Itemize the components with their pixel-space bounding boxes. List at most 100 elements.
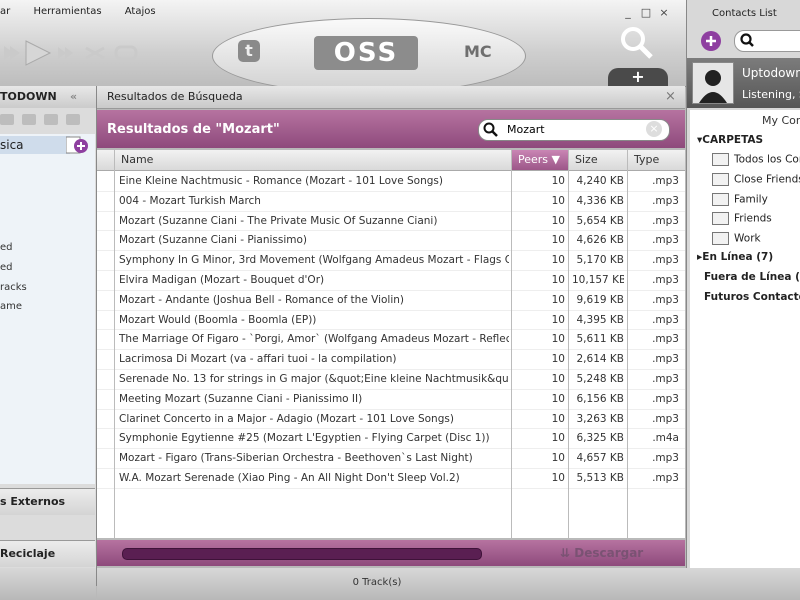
close-panel-icon[interactable]: ×	[665, 86, 676, 108]
table-row[interactable]: Symphony In G Minor, 3rd Movement (Wolfg…	[97, 250, 685, 271]
table-row[interactable]: Symphonie Egytienne #25 (Mozart L'Egypti…	[97, 428, 685, 450]
track-type: .mp3	[652, 333, 679, 346]
folder-label: Close Friends	[734, 173, 800, 186]
add-contact-icon[interactable]	[698, 28, 724, 52]
maximize-button[interactable]: □	[640, 7, 652, 19]
left-footer	[0, 568, 96, 600]
minimize-button[interactable]: _	[622, 7, 634, 19]
my-contacts-title: My Con	[762, 114, 800, 127]
table-row[interactable]: Mozart (Suzanne Ciani - Pianissimo) 10 4,6…	[97, 230, 685, 252]
table-row[interactable]: Lacrimosa Di Mozart (va - affari tuoi - …	[97, 349, 685, 370]
track-peers: 10	[551, 274, 565, 286]
track-peers: 10	[551, 293, 565, 306]
column-header-size[interactable]: Size	[568, 150, 627, 170]
menu-item-tools[interactable]: Herramientas	[33, 6, 101, 17]
panel-title: Resultados de Búsqueda	[107, 90, 243, 103]
results-title: Resultados de "Mozart"	[107, 122, 280, 137]
table-row[interactable]: The Marriage Of Figaro - `Porgi, Amor` (…	[97, 329, 685, 351]
table-row[interactable]: Elvira Madigan (Mozart - Bouquet d'Or) 10…	[97, 270, 685, 291]
library-item-music[interactable]: sica	[0, 136, 70, 154]
add-button[interactable]: +	[608, 68, 668, 86]
twitter-icon[interactable]: t	[238, 40, 260, 62]
library-item[interactable]: ame	[0, 301, 22, 312]
play-icon[interactable]	[25, 40, 52, 66]
collapse-icon[interactable]: «	[70, 86, 77, 108]
column-header-name[interactable]: Name	[114, 150, 511, 170]
track-type: .m4a	[652, 432, 679, 445]
track-type: .mp3	[652, 214, 679, 227]
folder-item[interactable]: Work	[712, 232, 761, 245]
folder-label: Family	[734, 193, 768, 206]
download-button[interactable]: ⇊ Descargar	[560, 546, 643, 560]
clear-search-icon[interactable]: ×	[646, 121, 662, 137]
table-row[interactable]: Mozart - Figaro (Trans-Siberian Orchestr…	[97, 448, 685, 469]
table-row[interactable]: 004 - Mozart Turkish March 10 4,336 KB .mp3	[97, 191, 685, 212]
download-progress	[122, 548, 482, 560]
track-size: 5,248 KB	[576, 373, 625, 385]
menu-item-file[interactable]: ar	[0, 6, 10, 17]
folders-label: CARPETAS	[702, 134, 764, 146]
folder-label: Friends	[734, 212, 772, 225]
table-row[interactable]: Mozart (Suzanne Ciani - The Private Musi…	[97, 211, 685, 232]
repeat-icon[interactable]	[114, 45, 138, 61]
track-count: 0 Track(s)	[352, 577, 402, 588]
search-input[interactable]	[507, 121, 647, 137]
column-divider	[627, 150, 628, 538]
column-header-type[interactable]: Type	[627, 150, 685, 170]
library-item[interactable]: racks	[0, 282, 27, 293]
table-row[interactable]: Clarinet Concerto in a Major - Adagio (M…	[97, 409, 685, 430]
folder-icon	[712, 232, 729, 245]
table-row[interactable]: Meeting Mozart (Suzanne Ciani - Pianissi…	[97, 389, 685, 410]
track-name: The Marriage Of Figaro - `Porgi, Amor` (…	[119, 333, 509, 346]
track-type: .mp3	[652, 313, 679, 326]
contacts-title: Contacts List	[712, 8, 777, 19]
folders-group[interactable]: ▾CARPETAS	[697, 134, 763, 146]
track-name: Serenade No. 13 for strings in G major (…	[119, 373, 509, 385]
folder-item[interactable]: Friends	[712, 212, 772, 225]
track-type: .mp3	[652, 254, 679, 267]
table-row[interactable]: W.A. Mozart Serenade (Xiao Ping - An All…	[97, 468, 685, 489]
column-divider	[511, 150, 512, 538]
track-name: W.A. Mozart Serenade (Xiao Ping - An All…	[119, 472, 460, 484]
add-playlist-icon[interactable]	[66, 136, 88, 154]
table-row[interactable]: Mozart Would (Boomla - Boomla (EP)) 10 4,3…	[97, 310, 685, 331]
folder-item[interactable]: Todos los Cont	[712, 153, 800, 166]
folder-item[interactable]: Close Friends	[712, 173, 800, 186]
mc-logo[interactable]: MC	[464, 42, 492, 61]
track-size: 4,336 KB	[576, 194, 625, 207]
external-devices-section[interactable]: s Externos	[0, 488, 95, 515]
track-peers: 10	[551, 194, 565, 207]
music-icon	[44, 114, 58, 125]
avatar[interactable]	[692, 62, 734, 104]
search-icon[interactable]	[620, 26, 654, 60]
track-name: Clarinet Concerto in a Major - Adagio (M…	[119, 412, 454, 425]
table-row[interactable]: Mozart - Andante (Joshua Bell - Romance …	[97, 290, 685, 311]
track-name: Mozart - Andante (Joshua Bell - Romance …	[119, 293, 405, 306]
sort-desc-icon: ▼	[551, 153, 560, 166]
track-type: .mp3	[652, 194, 679, 207]
close-window-button[interactable]: ×	[658, 7, 670, 19]
prev-icon[interactable]	[4, 46, 20, 60]
track-peers: 10	[551, 432, 565, 445]
online-group[interactable]: ▸En Línea (7)	[697, 251, 773, 263]
track-peers: 10	[551, 392, 565, 405]
library-item[interactable]: ed	[0, 262, 13, 273]
table-row[interactable]: Eine Kleine Nachtmusic - Romance (Mozart…	[97, 171, 685, 192]
folder-item[interactable]: Family	[712, 193, 768, 206]
camera-icon	[22, 114, 36, 125]
shuffle-icon[interactable]	[85, 46, 105, 60]
offline-group[interactable]: Fuera de Línea (0	[704, 271, 800, 283]
track-size: 6,325 KB	[576, 432, 625, 445]
library-item[interactable]: ed	[0, 242, 13, 253]
track-name: Mozart (Suzanne Ciani - The Private Musi…	[119, 214, 438, 227]
table-row[interactable]: Serenade No. 13 for strings in G major (…	[97, 369, 685, 390]
menu-item-shortcuts[interactable]: Atajos	[125, 6, 156, 17]
track-type: .mp3	[652, 353, 679, 366]
recycle-bin-section[interactable]: Reciclaje	[0, 540, 95, 567]
next-icon[interactable]	[58, 47, 73, 59]
future-contacts-group[interactable]: Futuros Contactos	[704, 291, 800, 303]
sidebar-header: TODOWN «	[0, 86, 96, 108]
folder-icon	[712, 193, 729, 206]
track-size: 2,614 KB	[576, 353, 625, 366]
column-header-peers[interactable]: Peers ▼	[511, 150, 568, 170]
